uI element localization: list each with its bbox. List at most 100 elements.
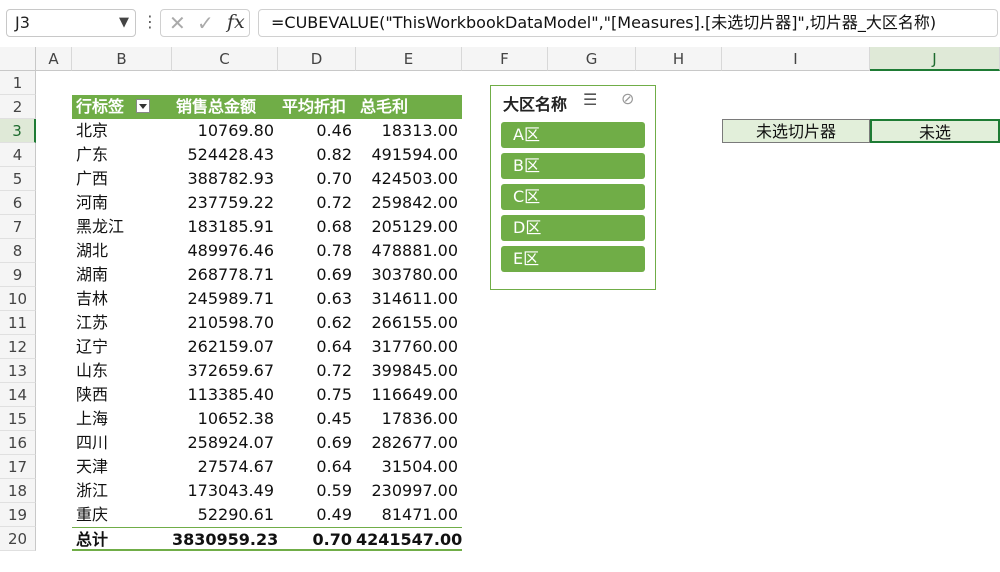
pivot-cell-discount[interactable]: 0.68 (278, 215, 356, 239)
row-header-14[interactable]: 14 (0, 383, 36, 407)
pivot-row-label[interactable]: 江苏 (72, 311, 172, 335)
pivot-cell-profit[interactable]: 31504.00 (356, 455, 462, 479)
slicer-item-1[interactable]: A区 (501, 122, 645, 148)
column-header-g[interactable]: G (548, 47, 636, 71)
enter-icon[interactable]: ✓ (197, 11, 214, 35)
pivot-cell-sales[interactable]: 210598.70 (172, 311, 278, 335)
pivot-row-label[interactable]: 吉林 (72, 287, 172, 311)
pivot-cell-profit[interactable]: 116649.00 (356, 383, 462, 407)
row-header-15[interactable]: 15 (0, 407, 36, 431)
pivot-cell-profit[interactable]: 230997.00 (356, 479, 462, 503)
row-header-7[interactable]: 7 (0, 215, 36, 239)
pivot-cell-sales[interactable]: 183185.91 (172, 215, 278, 239)
column-header-c[interactable]: C (172, 47, 278, 71)
pivot-cell-profit[interactable]: 18313.00 (356, 119, 462, 143)
pivot-cell-sales[interactable]: 173043.49 (172, 479, 278, 503)
formula-input[interactable]: =CUBEVALUE("ThisWorkbookDataModel","[Mea… (258, 9, 998, 37)
pivot-header-profit[interactable]: 总毛利 (356, 95, 462, 119)
row-header-18[interactable]: 18 (0, 479, 36, 503)
pivot-cell-profit[interactable]: 399845.00 (356, 359, 462, 383)
column-header-j[interactable]: J (870, 47, 1000, 71)
column-header-h[interactable]: H (636, 47, 722, 71)
column-header-b[interactable]: B (72, 47, 172, 71)
pivot-total-label[interactable]: 总计 (72, 527, 172, 551)
cell-i3[interactable]: 未选切片器 (722, 119, 870, 143)
pivot-row-label[interactable]: 天津 (72, 455, 172, 479)
row-header-2[interactable]: 2 (0, 95, 36, 119)
pivot-row-label[interactable]: 山东 (72, 359, 172, 383)
pivot-row-label[interactable]: 广西 (72, 167, 172, 191)
pivot-row-label[interactable]: 广东 (72, 143, 172, 167)
column-header-d[interactable]: D (278, 47, 356, 71)
slicer-item-3[interactable]: C区 (501, 184, 645, 210)
pivot-cell-sales[interactable]: 245989.71 (172, 287, 278, 311)
row-header-5[interactable]: 5 (0, 167, 36, 191)
slicer-item-2[interactable]: B区 (501, 153, 645, 179)
pivot-cell-discount[interactable]: 0.70 (278, 167, 356, 191)
pivot-row-label[interactable]: 陕西 (72, 383, 172, 407)
pivot-cell-discount[interactable]: 0.63 (278, 287, 356, 311)
pivot-cell-discount[interactable]: 0.45 (278, 407, 356, 431)
pivot-cell-discount[interactable]: 0.49 (278, 503, 356, 527)
more-options-icon[interactable]: ⋮ (142, 12, 158, 31)
pivot-cell-discount[interactable]: 0.62 (278, 311, 356, 335)
pivot-cell-profit[interactable]: 259842.00 (356, 191, 462, 215)
pivot-total-discount[interactable]: 0.70 (278, 527, 356, 551)
pivot-row-label[interactable]: 上海 (72, 407, 172, 431)
pivot-row-label[interactable]: 湖北 (72, 239, 172, 263)
pivot-cell-profit[interactable]: 282677.00 (356, 431, 462, 455)
row-header-20[interactable]: 20 (0, 527, 36, 551)
column-header-e[interactable]: E (356, 47, 462, 71)
pivot-cell-sales[interactable]: 388782.93 (172, 167, 278, 191)
cancel-icon[interactable]: ✕ (169, 11, 186, 35)
pivot-cell-sales[interactable]: 268778.71 (172, 263, 278, 287)
worksheet-grid[interactable]: A B C D E F G H I J 1 2 3 4 5 6 7 8 9 10 11 12 13 14 15 16 17 18 19 2… (0, 47, 1000, 572)
pivot-cell-discount[interactable]: 0.46 (278, 119, 356, 143)
column-header-a[interactable]: A (36, 47, 72, 71)
pivot-cell-sales[interactable]: 237759.22 (172, 191, 278, 215)
row-header-19[interactable]: 19 (0, 503, 36, 527)
multi-select-icon[interactable]: ☰ (583, 90, 597, 109)
pivot-total-sales[interactable]: 3830959.23 (172, 527, 278, 551)
row-header-1[interactable]: 1 (0, 71, 36, 95)
pivot-cell-profit[interactable]: 17836.00 (356, 407, 462, 431)
pivot-cell-profit[interactable]: 205129.00 (356, 215, 462, 239)
row-header-12[interactable]: 12 (0, 335, 36, 359)
row-header-9[interactable]: 9 (0, 263, 36, 287)
column-header-f[interactable]: F (462, 47, 548, 71)
row-header-4[interactable]: 4 (0, 143, 36, 167)
row-header-3[interactable]: 3 (0, 119, 36, 143)
pivot-cell-sales[interactable]: 489976.46 (172, 239, 278, 263)
pivot-cell-discount[interactable]: 0.64 (278, 335, 356, 359)
pivot-cell-profit[interactable]: 491594.00 (356, 143, 462, 167)
pivot-row-label[interactable]: 湖南 (72, 263, 172, 287)
pivot-cell-profit[interactable]: 303780.00 (356, 263, 462, 287)
filter-dropdown-icon[interactable] (136, 98, 151, 113)
pivot-cell-sales[interactable]: 524428.43 (172, 143, 278, 167)
pivot-cell-discount[interactable]: 0.59 (278, 479, 356, 503)
pivot-cell-discount[interactable]: 0.69 (278, 263, 356, 287)
row-header-10[interactable]: 10 (0, 287, 36, 311)
pivot-cell-profit[interactable]: 424503.00 (356, 167, 462, 191)
pivot-header-row-labels[interactable]: 行标签 (72, 95, 172, 119)
pivot-cell-sales[interactable]: 52290.61 (172, 503, 278, 527)
pivot-cell-discount[interactable]: 0.72 (278, 359, 356, 383)
name-box[interactable]: J3 ▼ (6, 9, 136, 37)
chevron-down-icon[interactable]: ▼ (119, 10, 129, 36)
pivot-row-label[interactable]: 河南 (72, 191, 172, 215)
clear-filter-icon[interactable]: ⊘ (621, 89, 634, 108)
pivot-header-sales[interactable]: 销售总金额 (172, 95, 278, 119)
pivot-cell-sales[interactable]: 372659.67 (172, 359, 278, 383)
pivot-cell-sales[interactable]: 262159.07 (172, 335, 278, 359)
pivot-cell-discount[interactable]: 0.82 (278, 143, 356, 167)
pivot-header-discount[interactable]: 平均折扣 (278, 95, 356, 119)
slicer-item-5[interactable]: E区 (501, 246, 645, 272)
row-header-17[interactable]: 17 (0, 455, 36, 479)
pivot-cell-profit[interactable]: 317760.00 (356, 335, 462, 359)
pivot-cell-sales[interactable]: 258924.07 (172, 431, 278, 455)
slicer-region[interactable]: 大区名称 ☰ ⊘ A区 B区 C区 D区 E区 (490, 85, 656, 290)
pivot-cell-discount[interactable]: 0.78 (278, 239, 356, 263)
pivot-cell-sales[interactable]: 113385.40 (172, 383, 278, 407)
pivot-cell-profit[interactable]: 314611.00 (356, 287, 462, 311)
cell-j3-selected[interactable]: 未选 (870, 119, 1000, 143)
